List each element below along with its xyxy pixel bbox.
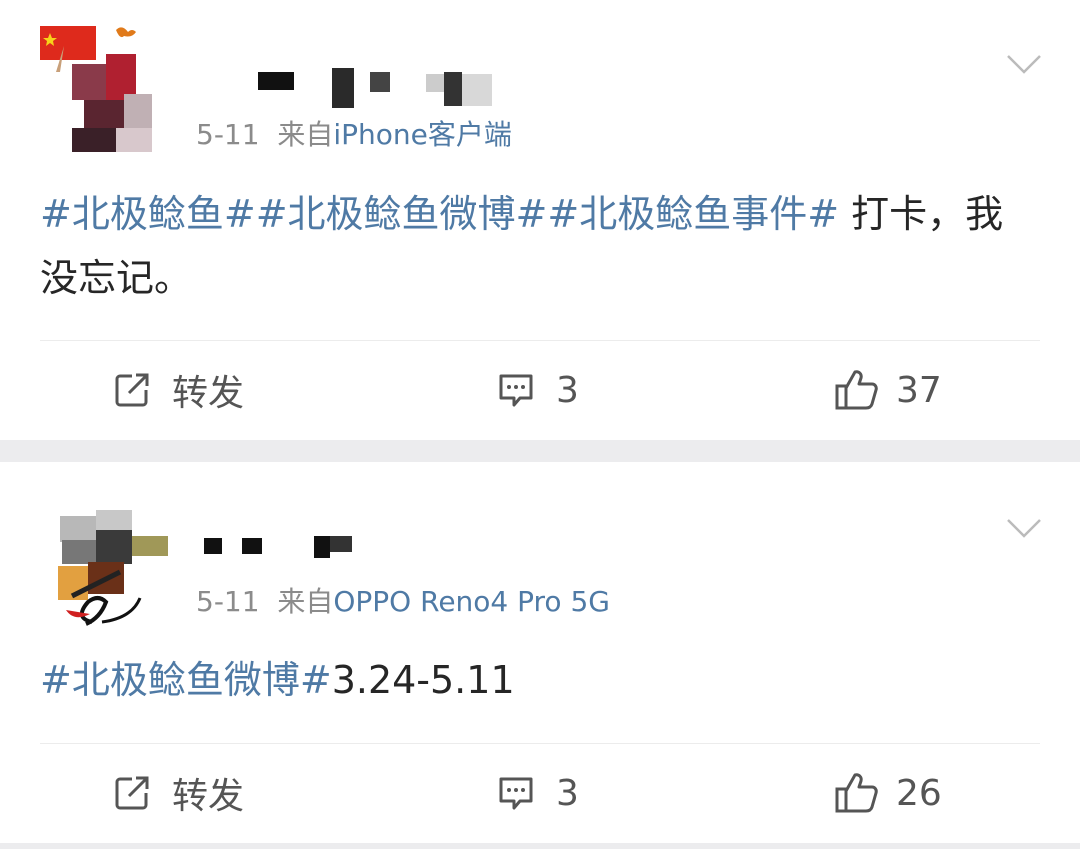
repost-label: 转发 — [172, 776, 245, 817]
post-body-text: 3.24-5.11 — [331, 658, 515, 702]
thumbs-up-icon — [835, 773, 878, 813]
avatar[interactable] — [48, 510, 168, 630]
post-meta: 5-11 来自OPPO Reno4 Pro 5G — [196, 580, 610, 620]
post-text: #北极鲶鱼##北极鲶鱼微博##北极鲶鱼事件# 打卡，我没忘记。 — [40, 182, 1010, 310]
avatar[interactable] — [36, 24, 176, 154]
repost-icon — [115, 776, 149, 810]
like-count: 37 — [896, 369, 942, 411]
hashtag-link[interactable]: #北极鲶鱼微博# — [40, 658, 332, 702]
post-source[interactable]: OPPO Reno4 Pro 5G — [333, 585, 610, 618]
divider — [40, 743, 1040, 744]
hashtag-link[interactable]: #北极鲶鱼微博# — [256, 192, 548, 236]
post-source[interactable]: iPhone客户端 — [333, 118, 512, 151]
comment-count: 3 — [556, 369, 579, 411]
repost-icon — [115, 373, 149, 407]
post-meta: 5-11 来自iPhone客户端 — [196, 113, 512, 153]
post-date: 5-11 — [196, 118, 260, 151]
comment-count: 3 — [556, 772, 579, 814]
like-button[interactable]: 26 — [834, 763, 942, 823]
hashtag-link[interactable]: #北极鲶鱼# — [40, 192, 256, 236]
from-label: 来自 — [277, 585, 334, 618]
comment-button[interactable]: 3 — [496, 763, 579, 823]
comment-icon — [499, 374, 533, 407]
username-pixelated[interactable] — [200, 68, 500, 108]
like-button[interactable]: 37 — [834, 360, 942, 420]
divider — [40, 340, 1040, 341]
action-bar: 转发 3 26 — [0, 763, 1080, 823]
post-text: #北极鲶鱼微博#3.24-5.11 — [40, 648, 1010, 712]
post-card: 5-11 来自OPPO Reno4 Pro 5G #北极鲶鱼微博#3.24-5.… — [0, 462, 1080, 843]
action-bar: 转发 3 37 — [0, 360, 1080, 420]
chevron-down-icon[interactable] — [1006, 52, 1042, 76]
comment-icon — [499, 777, 533, 810]
repost-button[interactable]: 转发 — [112, 360, 244, 420]
hashtag-link[interactable]: #北极鲶鱼事件# — [547, 192, 839, 236]
repost-label: 转发 — [172, 373, 245, 414]
chevron-down-icon[interactable] — [1006, 516, 1042, 540]
repost-button[interactable]: 转发 — [112, 763, 244, 823]
comment-button[interactable]: 3 — [496, 360, 579, 420]
post-date: 5-11 — [196, 585, 260, 618]
from-label: 来自 — [277, 118, 334, 151]
thumbs-up-icon — [835, 370, 878, 410]
post-card: 5-11 来自iPhone客户端 #北极鲶鱼##北极鲶鱼微博##北极鲶鱼事件# … — [0, 0, 1080, 440]
like-count: 26 — [896, 772, 942, 814]
username-pixelated[interactable] — [200, 534, 360, 574]
